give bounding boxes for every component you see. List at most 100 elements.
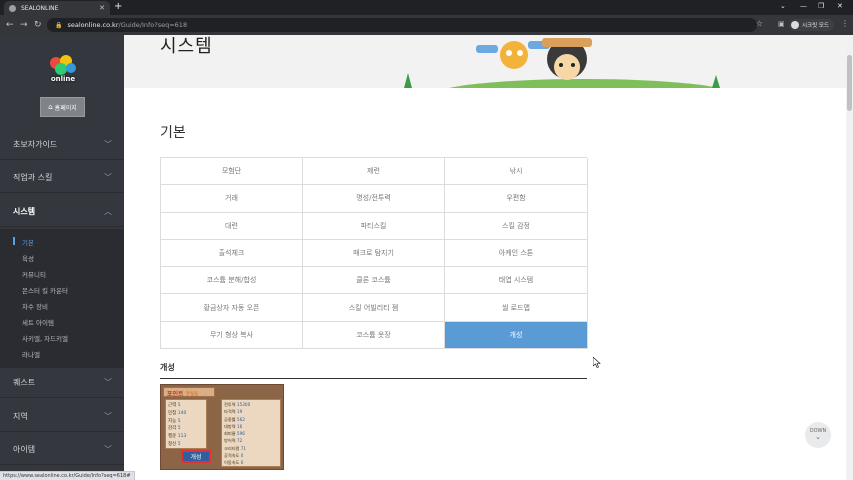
detail-title: 개성	[160, 363, 175, 372]
sidepanel-icon[interactable]: ▣	[778, 20, 785, 28]
grid-item-costume-synth[interactable]: 코스튬 분해/합성	[161, 267, 303, 295]
page-banner: 시스템	[124, 35, 846, 88]
sidebar-item-beginner[interactable]: 초보자가이드 ﹀	[0, 130, 124, 160]
menu-icon[interactable]: ⋮	[841, 19, 849, 28]
stat-row: 지능 5	[168, 418, 181, 424]
reload-icon[interactable]: ↻	[34, 19, 42, 31]
sidebar-item-label: 아이템	[13, 445, 36, 454]
sidebar-item-item[interactable]: 아이템 ﹀	[0, 435, 124, 465]
tab-strip: SEALONLINE ✕ + ⌄ — ❐ ✕	[0, 0, 853, 15]
stat-row: 전투력 15300	[224, 402, 251, 407]
grid-item-weapon-copy[interactable]: 무기 형상 복사	[161, 321, 303, 350]
chevron-down-icon: ⌄	[815, 433, 821, 441]
home-icon: ⌂	[48, 103, 53, 111]
address-bar[interactable]: 🔒 sealonline.co.kr /Guide/Info?seq=618 ☆	[47, 18, 763, 32]
grid-item-trade[interactable]: 거래	[161, 185, 303, 213]
sidebar: online ⌂ 홈페이지 초보자가이드 ﹀ 직업과 스킬 ﹀ 시스템 ︿ 기본…	[0, 35, 124, 480]
chevron-down-icon[interactable]: ⌄	[780, 2, 786, 10]
system-subnav: 기본 육성 커뮤니티 몬스터 킬 카운터 차수 장비 세트 아이템 사키엘, 자…	[0, 229, 124, 368]
stat-row: 공중률 562	[224, 416, 245, 422]
subnav-item-monster-kill[interactable]: 몬스터 킬 카운터	[22, 285, 68, 295]
grid-item-roadmap[interactable]: 씰 로드맵	[445, 294, 588, 322]
sidebar-item-label: 초보자가이드	[13, 140, 58, 149]
divider	[160, 378, 587, 379]
chevron-down-icon: ﹀	[104, 173, 112, 182]
logo-text: online	[50, 75, 76, 83]
sidebar-item-quest[interactable]: 퀘스트 ﹀	[0, 368, 124, 398]
personality-game-button: 개성	[181, 450, 211, 463]
stat-row: 대방력 16	[224, 423, 243, 429]
browser-tab[interactable]: SEALONLINE ✕	[4, 1, 110, 15]
grid-item-ability-gem[interactable]: 스킬 어빌리티 젬	[303, 294, 445, 322]
incognito-icon	[791, 21, 799, 29]
subnav-item-sakiel[interactable]: 사키엘, 자드키엘	[22, 333, 68, 343]
active-indicator	[13, 237, 15, 245]
grid-item-refine[interactable]: 제련	[303, 158, 445, 186]
close-window-icon[interactable]: ✕	[837, 2, 843, 10]
grid-item-fame[interactable]: 명성/전투력	[303, 185, 445, 213]
stat-row: 공격속도 0	[224, 453, 244, 459]
grid-item-skill-appraisal[interactable]: 스킬 감정	[445, 212, 588, 240]
stat-row: 민첩 140	[168, 410, 187, 416]
mouse-cursor-icon	[593, 357, 601, 368]
grid-item-costume-closet[interactable]: 코스튬 옷장	[303, 321, 445, 350]
page-title: 시스템	[160, 36, 213, 57]
incognito-profile-button[interactable]: 시크릿 모드	[789, 19, 835, 31]
chevron-up-icon: ︿	[104, 207, 112, 216]
points-header: 포인트 755	[163, 387, 215, 398]
grid-item-clone-costume[interactable]: 클론 코스튬	[303, 267, 445, 295]
game-screenshot: 포인트 755 근력 5 민첩 140 지능 5 감각 5 행운 113 정신 …	[160, 384, 284, 470]
minimize-icon[interactable]: —	[800, 2, 807, 10]
grid-item-attendance[interactable]: 출석체크	[161, 239, 303, 268]
tab-title: SEALONLINE	[21, 4, 59, 12]
subnav-item-tier-gear[interactable]: 차수 장비	[22, 301, 48, 311]
subnav-item-community[interactable]: 커뮤니티	[22, 269, 46, 279]
sidebar-item-class-skill[interactable]: 직업과 스킬 ﹀	[0, 163, 124, 193]
forward-icon[interactable]: →	[20, 19, 28, 31]
stat-row: 크리티컬 71	[224, 445, 247, 451]
bookmark-star-icon[interactable]: ☆	[756, 19, 763, 28]
sidebar-item-label: 퀘스트	[13, 378, 36, 387]
lock-icon: 🔒	[55, 21, 63, 29]
scroll-down-button[interactable]: DOWN ⌄	[805, 422, 831, 448]
scrollbar-thumb[interactable]	[847, 55, 852, 111]
close-tab-icon[interactable]: ✕	[99, 4, 105, 12]
grid-item-party[interactable]: 모험단	[161, 158, 303, 186]
homepage-button[interactable]: ⌂ 홈페이지	[40, 97, 85, 117]
url-path: /Guide/Info?seq=618	[118, 21, 188, 29]
subnav-item-ranael[interactable]: 라나엘	[22, 349, 40, 359]
browser-window: SEALONLINE ✕ + ⌄ — ❐ ✕ ← → ↻ 🔒 sealonlin…	[0, 0, 853, 480]
favicon-icon	[9, 4, 16, 12]
new-tab-icon[interactable]: +	[114, 1, 122, 13]
status-bar-url: https://www.sealonline.co.kr/Guide/Info?…	[0, 471, 135, 480]
main-content: 시스템 기본 모험단 제련 낚시 거래 명성/전투력 우편함 대련 파티스킬 스…	[124, 35, 846, 473]
restore-icon[interactable]: ❐	[818, 2, 824, 10]
sidebar-item-label: 지역	[13, 412, 28, 421]
stat-row: 감각 5	[168, 426, 181, 432]
sidebar-item-system[interactable]: 시스템 ︿	[0, 197, 124, 227]
stat-row: 회피율 596	[224, 431, 245, 437]
chevron-down-icon: ﹀	[104, 378, 112, 387]
sidebar-item-region[interactable]: 지역 ﹀	[0, 402, 124, 432]
banner-illustration	[404, 38, 720, 88]
stat-panel-right: 전투력 15300 타격력 19 공중률 562 대방력 16 회피율 596 …	[221, 399, 281, 467]
grid-item-personality[interactable]: 개성	[445, 321, 588, 350]
grid-item-macro-detector[interactable]: 매크로 탐지기	[303, 239, 445, 268]
grid-item-arcane-stone[interactable]: 아케인 스톤	[445, 239, 588, 268]
grid-item-mailbox[interactable]: 우편함	[445, 185, 588, 213]
page-scrollbar[interactable]	[846, 35, 853, 480]
subnav-item-set-item[interactable]: 세트 아이템	[22, 317, 54, 327]
grid-item-duel[interactable]: 대련	[161, 212, 303, 240]
grid-item-auto-open[interactable]: 황금상자 자동 오픈	[161, 294, 303, 322]
grid-item-party-skill[interactable]: 파티스킬	[303, 212, 445, 240]
grid-item-fishing[interactable]: 낚시	[445, 158, 588, 186]
back-icon[interactable]: ←	[6, 19, 14, 31]
homepage-label: 홈페이지	[54, 104, 77, 112]
profile-label: 시크릿 모드	[802, 23, 830, 29]
chevron-down-icon: ﹀	[104, 412, 112, 421]
subnav-item-basic[interactable]: 기본	[22, 237, 34, 247]
grid-item-spring-system[interactable]: 태엽 시스템	[445, 267, 588, 295]
chevron-down-icon: ﹀	[104, 445, 112, 454]
chevron-down-icon: ﹀	[104, 140, 112, 149]
subnav-item-growth[interactable]: 육성	[22, 253, 34, 263]
